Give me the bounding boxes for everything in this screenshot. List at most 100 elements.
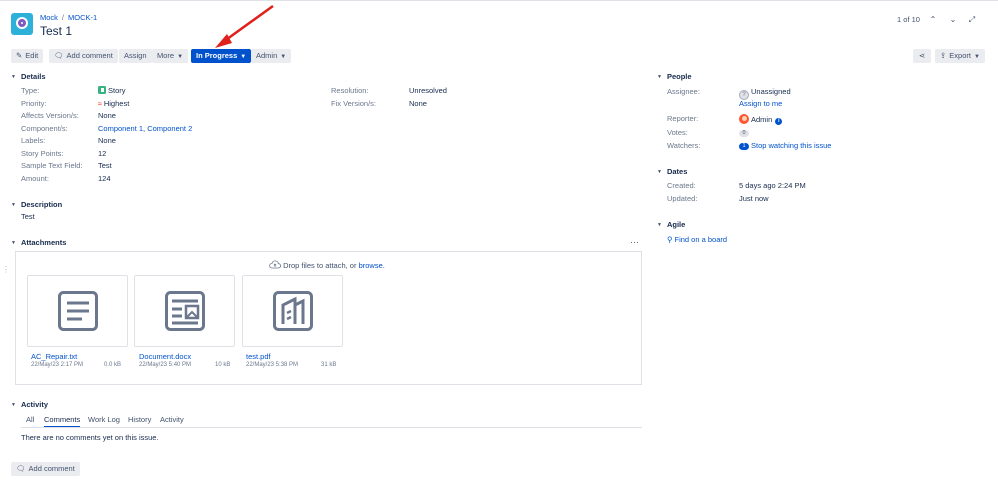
attachment-size: 31 kB bbox=[321, 362, 337, 368]
next-issue-chevron-down-icon[interactable]: ⌄ bbox=[947, 14, 959, 26]
breadcrumb-issue-key[interactable]: MOCK-1 bbox=[68, 13, 97, 22]
tab-activity[interactable]: Activity bbox=[160, 415, 184, 424]
dropzone-text: Drop files to attach, or browse. bbox=[269, 260, 385, 270]
cloud-upload-icon bbox=[269, 260, 281, 269]
attachment-name-link[interactable]: test.pdf bbox=[246, 352, 271, 361]
people-section-heading[interactable]: ▼ People bbox=[657, 72, 692, 81]
amount-value: 124 bbox=[98, 174, 111, 183]
tab-all[interactable]: All bbox=[26, 415, 34, 424]
updated-label: Updated: bbox=[667, 194, 698, 203]
no-comments-text: There are no comments yet on this issue. bbox=[21, 433, 159, 442]
created-label: Created: bbox=[667, 181, 696, 190]
type-text: Story bbox=[108, 86, 126, 95]
sample-text-label: Sample Text Field: bbox=[21, 161, 83, 170]
component-separator: , bbox=[143, 124, 146, 133]
agile-section-heading[interactable]: ▼ Agile bbox=[657, 220, 685, 229]
affects-version-value: None bbox=[98, 111, 116, 120]
expand-icon[interactable]: ⤢ bbox=[966, 14, 978, 26]
agile-heading: Agile bbox=[666, 220, 686, 229]
description-text[interactable]: Test bbox=[21, 212, 35, 221]
tabs-divider bbox=[21, 427, 642, 428]
previous-issue-chevron-up-icon[interactable]: ⌃ bbox=[927, 14, 939, 26]
assignee-label: Assignee: bbox=[667, 87, 700, 96]
chevron-down-icon: ▼ bbox=[280, 54, 287, 60]
export-icon: ⇪ bbox=[940, 51, 947, 60]
edit-button[interactable]: ✎ Edit bbox=[11, 49, 44, 63]
component-1-link[interactable]: Component 1 bbox=[98, 124, 143, 133]
stop-watching-link[interactable]: Stop watching this issue bbox=[751, 141, 831, 150]
browse-link[interactable]: browse. bbox=[359, 261, 385, 270]
priority-text: Highest bbox=[103, 99, 130, 108]
pager-text: 1 of 10 bbox=[897, 15, 920, 24]
attachments-heading: Attachments bbox=[20, 238, 67, 247]
more-button[interactable]: More ▼ bbox=[152, 49, 189, 63]
created-value: 5 days ago 2:24 PM bbox=[739, 181, 806, 190]
priority-highest-icon: ≈ bbox=[98, 101, 102, 108]
attachment-thumbnail-docx[interactable] bbox=[134, 275, 235, 347]
reporter-text[interactable]: Admin bbox=[751, 115, 772, 124]
export-label: Export bbox=[949, 51, 971, 60]
share-button[interactable]: ⋖ bbox=[913, 49, 931, 63]
add-comment-label: Add comment bbox=[66, 51, 113, 60]
reporter-value: Admin i bbox=[739, 114, 783, 125]
fix-version-label: Fix Version/s: bbox=[331, 99, 377, 108]
attachment-size: 10 kB bbox=[215, 362, 231, 368]
attachment-name-link[interactable]: AC_Repair.txt bbox=[31, 352, 77, 361]
chevron-down-icon: ▼ bbox=[973, 54, 980, 60]
description-section-heading[interactable]: ▼ Description bbox=[11, 200, 62, 209]
breadcrumb-project[interactable]: Mock bbox=[40, 13, 58, 22]
labels-value: None bbox=[98, 136, 116, 145]
watchers-count-badge[interactable]: 1 bbox=[739, 143, 749, 150]
chevron-down-icon: ▼ bbox=[240, 54, 247, 60]
attachment-size: 0.0 kB bbox=[104, 362, 122, 368]
votes-count-badge[interactable]: 0 bbox=[739, 130, 749, 137]
component-2-link[interactable]: Component 2 bbox=[147, 124, 192, 133]
export-button[interactable]: ⇪ Export ▼ bbox=[935, 49, 985, 63]
priority-value: ≈ Highest bbox=[98, 99, 129, 108]
pdf-file-icon bbox=[273, 291, 313, 331]
project-avatar[interactable] bbox=[11, 13, 33, 35]
collapse-icon: ▼ bbox=[11, 74, 16, 80]
sample-text-value: Test bbox=[98, 161, 112, 170]
add-comment-button[interactable]: 🗨 Add comment bbox=[49, 49, 118, 63]
attachment-thumbnail-pdf[interactable] bbox=[242, 275, 343, 347]
document-file-icon bbox=[165, 291, 205, 331]
assign-to-me-link[interactable]: Assign to me bbox=[739, 99, 782, 108]
votes-value: 0 bbox=[739, 128, 751, 137]
pencil-icon: ✎ bbox=[16, 51, 23, 60]
activity-heading: Activity bbox=[20, 400, 49, 409]
assign-button[interactable]: Assign bbox=[119, 49, 152, 63]
watchers-label: Watchers: bbox=[667, 141, 701, 150]
comment-icon: 🗨 bbox=[16, 464, 26, 473]
dates-section-heading[interactable]: ▼ Dates bbox=[657, 167, 687, 176]
amount-label: Amount: bbox=[21, 174, 49, 183]
description-heading: Description bbox=[20, 200, 63, 209]
find-on-board-link[interactable]: Find on a board bbox=[675, 235, 728, 244]
info-icon[interactable]: i bbox=[775, 118, 783, 125]
tab-work-log[interactable]: Work Log bbox=[88, 415, 120, 424]
activity-section-heading[interactable]: ▼ Activity bbox=[11, 400, 48, 409]
breadcrumb-separator: / bbox=[61, 13, 65, 22]
find-on-board[interactable]: ⚲ Find on a board bbox=[667, 235, 727, 244]
attachments-section-heading[interactable]: ▼ Attachments bbox=[11, 238, 66, 247]
attachment-date: 22/May/23 2:17 PM bbox=[31, 362, 84, 368]
admin-avatar bbox=[739, 114, 749, 124]
attachments-more-icon[interactable]: ··· bbox=[630, 237, 639, 247]
add-comment-bottom-button[interactable]: 🗨 Add comment bbox=[11, 462, 80, 476]
drag-handle-icon[interactable]: ⋮ bbox=[2, 265, 10, 274]
issue-title: Test 1 bbox=[40, 24, 73, 38]
attachment-thumbnail-txt[interactable] bbox=[27, 275, 128, 347]
tab-history[interactable]: History bbox=[128, 415, 151, 424]
attachment-date: 22/May/23 5:38 PM bbox=[246, 362, 299, 368]
votes-label: Votes: bbox=[667, 128, 688, 137]
fix-version-value: None bbox=[409, 99, 427, 108]
attachment-name-link[interactable]: Document.docx bbox=[139, 352, 191, 361]
story-points-value: 12 bbox=[98, 149, 107, 158]
labels-label: Labels: bbox=[21, 136, 46, 145]
details-section-heading[interactable]: ▼ Details bbox=[11, 72, 46, 81]
collapse-icon: ▼ bbox=[11, 402, 16, 408]
search-icon: ⚲ bbox=[667, 235, 673, 244]
dates-heading: Dates bbox=[666, 167, 688, 176]
add-comment-bottom-label: Add comment bbox=[28, 464, 75, 473]
resolution-label: Resolution: bbox=[331, 86, 369, 95]
